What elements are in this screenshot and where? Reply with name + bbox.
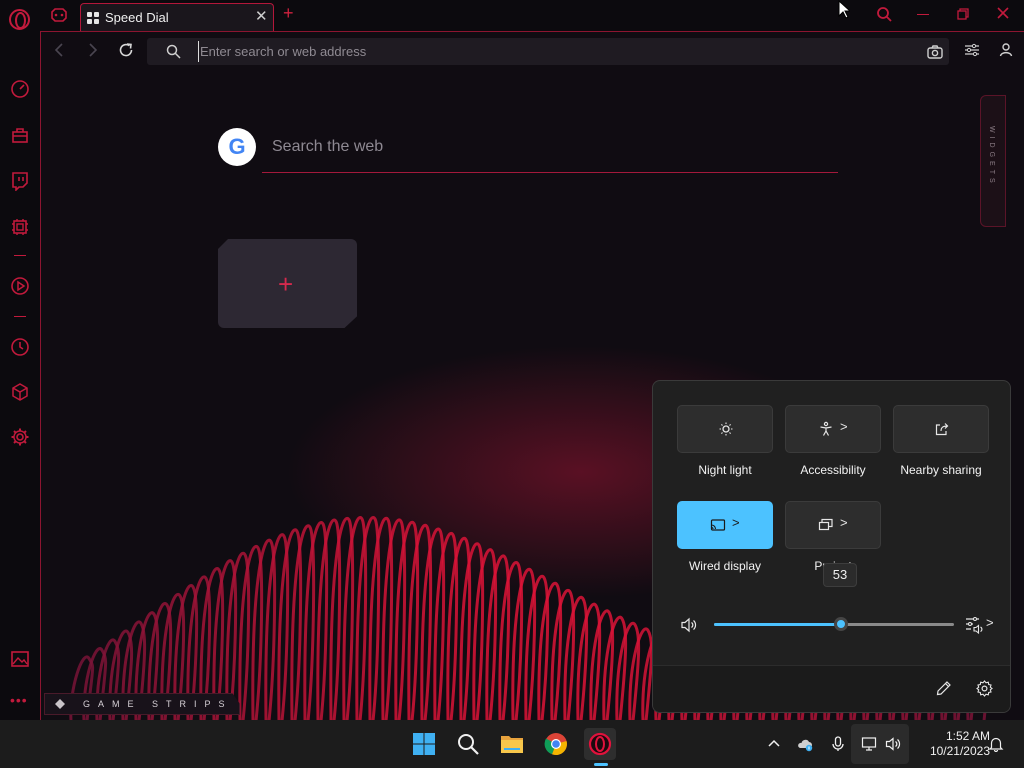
widgets-tab[interactable]: WIDGETS bbox=[980, 95, 1006, 227]
accessibility-label: Accessibility bbox=[800, 463, 866, 477]
address-input[interactable] bbox=[198, 41, 898, 62]
quick-settings-footer bbox=[653, 665, 1010, 712]
opera-gx-taskbar-button[interactable] bbox=[584, 728, 616, 760]
volume-more-chevron-icon[interactable]: > bbox=[986, 615, 994, 630]
clock-date: 10/21/2023 bbox=[929, 744, 990, 758]
forward-icon[interactable] bbox=[87, 43, 99, 57]
file-explorer-button[interactable] bbox=[496, 728, 528, 760]
search-icon bbox=[166, 44, 181, 59]
add-speed-dial-tile[interactable]: + bbox=[218, 239, 357, 328]
widgets-label: WIDGETS bbox=[988, 126, 995, 187]
share-icon bbox=[935, 423, 949, 436]
settings-gear-icon[interactable] bbox=[10, 427, 30, 447]
opera-gx-menu-icon[interactable] bbox=[9, 9, 30, 30]
network-volume-tray-button[interactable] bbox=[851, 724, 909, 764]
plus-icon: + bbox=[278, 269, 294, 299]
sidebar-separator bbox=[14, 316, 26, 317]
night-light-toggle[interactable] bbox=[677, 405, 773, 453]
onedrive-icon[interactable] bbox=[797, 736, 813, 752]
network-icon bbox=[861, 737, 877, 751]
speed-dial-grid-icon bbox=[87, 12, 99, 24]
windows-start-icon bbox=[413, 733, 435, 755]
search-icon bbox=[458, 734, 479, 755]
minimize-button[interactable] bbox=[917, 14, 929, 15]
gx-control-icon[interactable] bbox=[10, 217, 30, 237]
wired-display-label: Wired display bbox=[688, 559, 762, 573]
notifications-bell-icon[interactable] bbox=[988, 736, 1004, 752]
nearby-sharing-toggle[interactable] bbox=[893, 405, 989, 453]
chevron-up-icon[interactable] bbox=[766, 736, 782, 752]
volume-thumb[interactable] bbox=[834, 617, 849, 631]
settings-gear-icon[interactable] bbox=[976, 680, 993, 697]
volume-mixer-icon[interactable] bbox=[965, 616, 985, 634]
search-underline bbox=[262, 172, 838, 173]
accessibility-toggle[interactable]: > bbox=[785, 405, 881, 453]
taskbar-search-button[interactable] bbox=[452, 728, 484, 760]
address-bar[interactable] bbox=[147, 38, 949, 65]
clock-time: 1:52 AM bbox=[945, 729, 990, 743]
quick-settings-panel: Night light > Accessibility Nearby shari… bbox=[652, 380, 1011, 713]
restore-button[interactable] bbox=[957, 8, 969, 20]
close-window-button[interactable] bbox=[996, 6, 1010, 20]
tab-strip: Speed Dial ✕ + bbox=[0, 0, 1024, 31]
sidebar: ••• bbox=[0, 31, 40, 720]
night-light-label: Night light bbox=[698, 463, 752, 477]
twitch-icon[interactable] bbox=[10, 171, 30, 191]
accessibility-icon bbox=[820, 421, 832, 436]
chevron-right-icon: > bbox=[732, 515, 740, 530]
project-toggle[interactable]: > bbox=[785, 501, 881, 549]
clock[interactable]: 1:52 AM 10/21/2023 bbox=[914, 729, 990, 759]
active-app-indicator bbox=[594, 763, 608, 766]
cast-icon bbox=[710, 519, 726, 531]
brightness-icon bbox=[719, 422, 733, 436]
volume-fill bbox=[714, 623, 842, 626]
project-icon bbox=[818, 518, 833, 531]
taskbar: 1:52 AM 10/21/2023 bbox=[0, 720, 1024, 768]
chrome-button[interactable] bbox=[540, 728, 572, 760]
wallpaper-icon[interactable] bbox=[10, 649, 30, 669]
reload-icon[interactable] bbox=[117, 41, 135, 59]
chevron-right-icon: > bbox=[840, 419, 848, 434]
google-logo-icon[interactable]: G bbox=[218, 128, 256, 166]
tab-close-icon[interactable]: ✕ bbox=[255, 7, 268, 25]
wired-display-toggle[interactable]: > bbox=[677, 501, 773, 549]
tab-speed-dial[interactable]: Speed Dial ✕ bbox=[80, 3, 274, 31]
history-icon[interactable] bbox=[10, 337, 30, 357]
speaker-icon bbox=[885, 737, 901, 751]
shopping-bag-icon[interactable] bbox=[10, 125, 30, 145]
opera-gx-icon bbox=[588, 732, 612, 756]
mouse-cursor-icon bbox=[838, 0, 850, 19]
chevron-right-icon: > bbox=[840, 515, 848, 530]
easy-setup-sliders-icon[interactable] bbox=[964, 43, 980, 57]
file-explorer-icon bbox=[501, 736, 523, 753]
volume-slider[interactable] bbox=[714, 617, 954, 631]
extensions-cube-icon[interactable] bbox=[10, 382, 30, 402]
game-strips-label: GAME STRIPS bbox=[83, 699, 233, 709]
gx-corner-icon[interactable] bbox=[50, 8, 68, 22]
volume-tooltip: 53 bbox=[823, 563, 857, 587]
back-icon[interactable] bbox=[53, 43, 65, 57]
start-button[interactable] bbox=[408, 728, 440, 760]
nearby-sharing-label: Nearby sharing bbox=[900, 463, 982, 477]
new-tab-button[interactable]: + bbox=[283, 3, 294, 24]
chrome-icon bbox=[544, 733, 567, 756]
search-tabs-icon[interactable] bbox=[876, 6, 892, 22]
speaker-icon[interactable] bbox=[680, 617, 698, 633]
game-strips-diamond-icon bbox=[55, 699, 65, 709]
edit-pencil-icon[interactable] bbox=[936, 680, 952, 696]
game-strips-bar[interactable]: GAME STRIPS bbox=[44, 693, 240, 715]
tab-title: Speed Dial bbox=[105, 10, 169, 25]
sidebar-more-icon[interactable]: ••• bbox=[10, 692, 28, 708]
speed-dial-gauge-icon[interactable] bbox=[10, 79, 30, 99]
player-icon[interactable] bbox=[10, 276, 30, 296]
profile-icon[interactable] bbox=[999, 42, 1013, 57]
snapshot-camera-icon[interactable] bbox=[927, 44, 943, 59]
microphone-icon[interactable] bbox=[830, 736, 846, 752]
sidebar-separator bbox=[14, 255, 26, 256]
web-search-placeholder[interactable]: Search the web bbox=[272, 138, 383, 156]
